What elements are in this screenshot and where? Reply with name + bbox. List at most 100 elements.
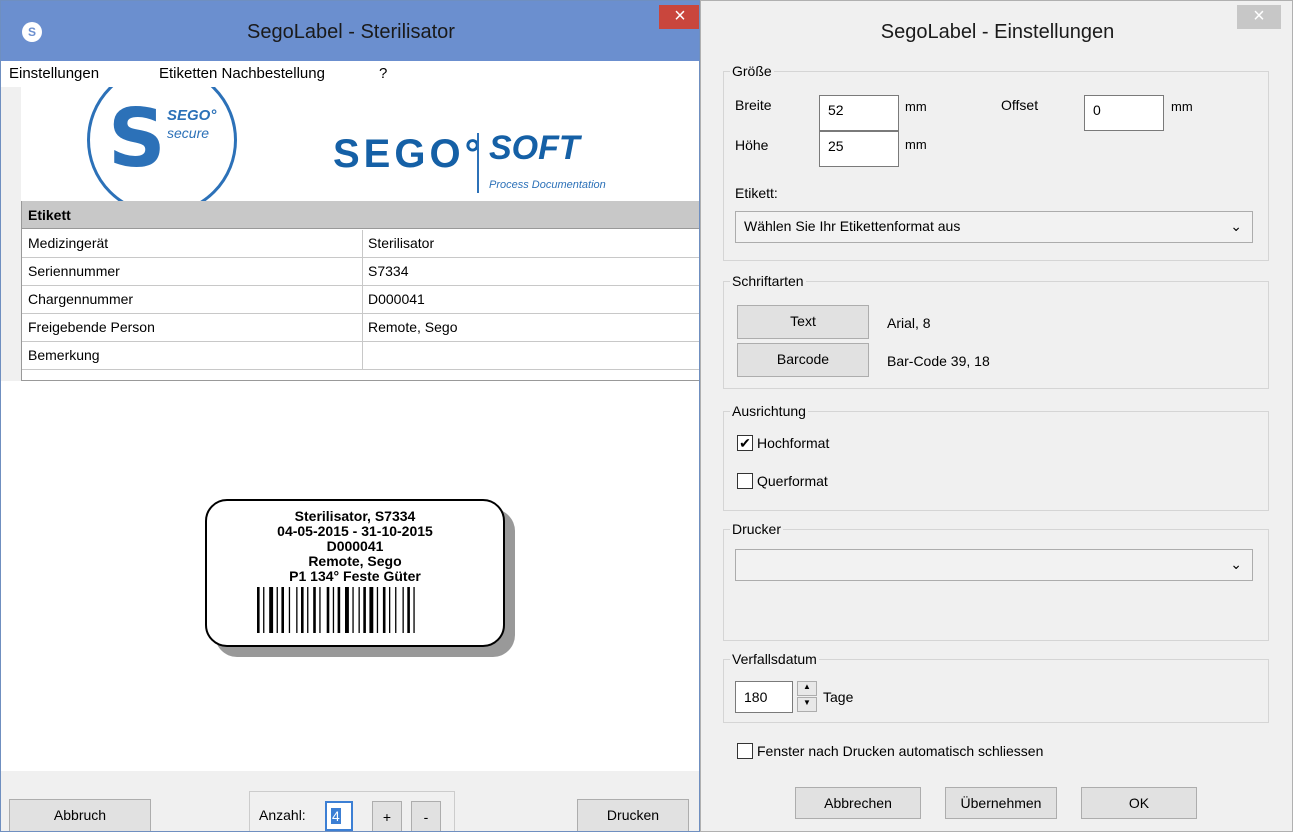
column-divider [362,314,363,342]
spin-down-icon[interactable]: ▼ [797,697,817,712]
close-icon[interactable]: × [659,5,699,29]
offset-unit: mm [1171,99,1193,114]
label-line: Remote, Sego [308,553,402,569]
barcode-bar [319,587,321,633]
verfallsdatum-input[interactable]: 180 [735,681,793,713]
auto-close-checkbox[interactable] [737,743,753,759]
barcode-bar [376,587,379,633]
sterilisator-window: S SegoLabel - Sterilisator × Einstellung… [0,0,700,832]
barcode-bar [288,587,291,633]
close-icon[interactable]: × [1237,5,1281,29]
breite-unit: mm [905,99,927,114]
barcode-bar [413,587,415,633]
table-header: Etikett [22,201,699,229]
barcode-bar [389,587,391,633]
barcode-bar [276,587,278,633]
barcode-bar [363,587,366,633]
abbrechen-button[interactable]: Abbrechen [795,787,921,819]
row-label: Chargennummer [28,291,134,307]
label-line: Sterilisator, S7334 [294,508,416,524]
barcode-bar [313,587,316,633]
column-divider [362,286,363,314]
row-value[interactable]: S7334 [368,263,408,279]
window-title: SegoLabel - Einstellungen [880,21,1115,43]
column-divider [362,258,363,286]
table-row[interactable]: Medizingerät Sterilisator [22,230,699,258]
text-font-value: Arial, 8 [887,315,931,331]
menu-einstellungen[interactable]: Einstellungen [9,65,99,82]
barcode-bar [332,587,335,633]
row-label: Medizingerät [28,235,109,251]
auto-close-label[interactable]: Fenster nach Drucken automatisch schlies… [757,743,1043,759]
table-row[interactable]: Seriennummer S7334 [22,258,699,286]
barcode-bar [395,587,397,633]
anzahl-input[interactable]: 4 [325,801,353,831]
barcode-image [257,587,415,633]
schriftarten-legend: Schriftarten [732,273,804,289]
column-divider [362,342,363,370]
menu-help[interactable]: ? [379,65,387,82]
barcode-bar [301,587,304,633]
drucken-button[interactable]: Drucken [577,799,689,831]
hoehe-input[interactable]: 25 [819,131,899,167]
barcode-font-button[interactable]: Barcode [737,343,869,377]
barcode-bar [407,587,410,633]
breite-input[interactable]: 52 [819,95,899,131]
ausrichtung-group: Ausrichtung [723,403,1269,511]
barcode-bar [369,587,374,633]
sego-s-icon: S [108,92,166,185]
sego-brand-logo: SEGO° [333,132,485,176]
table-row[interactable]: Chargennummer D000041 [22,286,699,314]
label-line: 04-05-2015 - 31-10-2015 [277,523,433,539]
einstellungen-window: SegoLabel - Einstellungen × Größe Breite… [700,0,1293,832]
querformat-label[interactable]: Querformat [757,473,828,489]
logo-divider [477,133,479,193]
label-line: P1 134° Feste Güter [289,568,421,584]
querformat-checkbox[interactable] [737,473,753,489]
hochformat-label[interactable]: Hochformat [757,435,829,451]
sego-logo-text: SEGO° [167,107,217,124]
barcode-bar [257,587,260,633]
barcode-bar [296,587,298,633]
increment-button[interactable]: + [372,801,402,831]
chevron-down-icon: ⌄ [1230,556,1242,572]
drucker-select[interactable]: ⌄ [735,549,1253,581]
row-value[interactable]: D000041 [368,291,425,307]
abbruch-button[interactable]: Abbruch [9,799,151,831]
secure-logo-text: secure [167,125,210,141]
hochformat-checkbox[interactable]: ✔ [737,435,753,451]
soft-brand-logo: SOFT [489,129,580,167]
uebernehmen-button[interactable]: Übernehmen [945,787,1057,819]
anzahl-label: Anzahl: [259,807,306,823]
window-title: SegoLabel - Sterilisator [247,21,455,43]
row-label: Seriennummer [28,263,120,279]
ausrichtung-legend: Ausrichtung [732,403,806,419]
offset-label: Offset [1001,97,1039,113]
groesse-legend: Größe [732,63,772,79]
row-value[interactable]: Remote, Sego [368,319,458,335]
menu-bar: Einstellungen Etiketten Nachbestellung ? [1,61,699,87]
barcode-bar [281,587,284,633]
column-divider [362,230,363,258]
hoehe-unit: mm [905,137,927,152]
spin-up-icon[interactable]: ▲ [797,681,817,696]
table-row[interactable]: Bemerkung [22,342,699,370]
row-value[interactable]: Sterilisator [368,235,434,251]
menu-etiketten-nachbestellung[interactable]: Etiketten Nachbestellung [159,65,325,82]
decrement-button[interactable]: - [411,801,441,831]
barcode-font-value: Bar-Code 39, 18 [887,353,990,369]
logo-banner: S SEGO° secure SEGO° SOFT Process Docume… [21,87,699,201]
etikett-format-select[interactable]: Wählen Sie Ihr Etikettenformat aus ⌄ [735,211,1253,243]
barcode-bar [358,587,360,633]
table-row[interactable]: Freigebende Person Remote, Sego [22,314,699,342]
barcode-bar [263,587,265,633]
barcode-bar [337,587,341,633]
barcode-bar [307,587,309,633]
offset-input[interactable]: 0 [1084,95,1164,131]
row-label: Freigebende Person [28,319,155,335]
text-font-button[interactable]: Text [737,305,869,339]
verfallsdatum-legend: Verfallsdatum [732,651,817,667]
ok-button[interactable]: OK [1081,787,1197,819]
drucker-legend: Drucker [732,521,782,537]
barcode-bar [402,587,404,633]
